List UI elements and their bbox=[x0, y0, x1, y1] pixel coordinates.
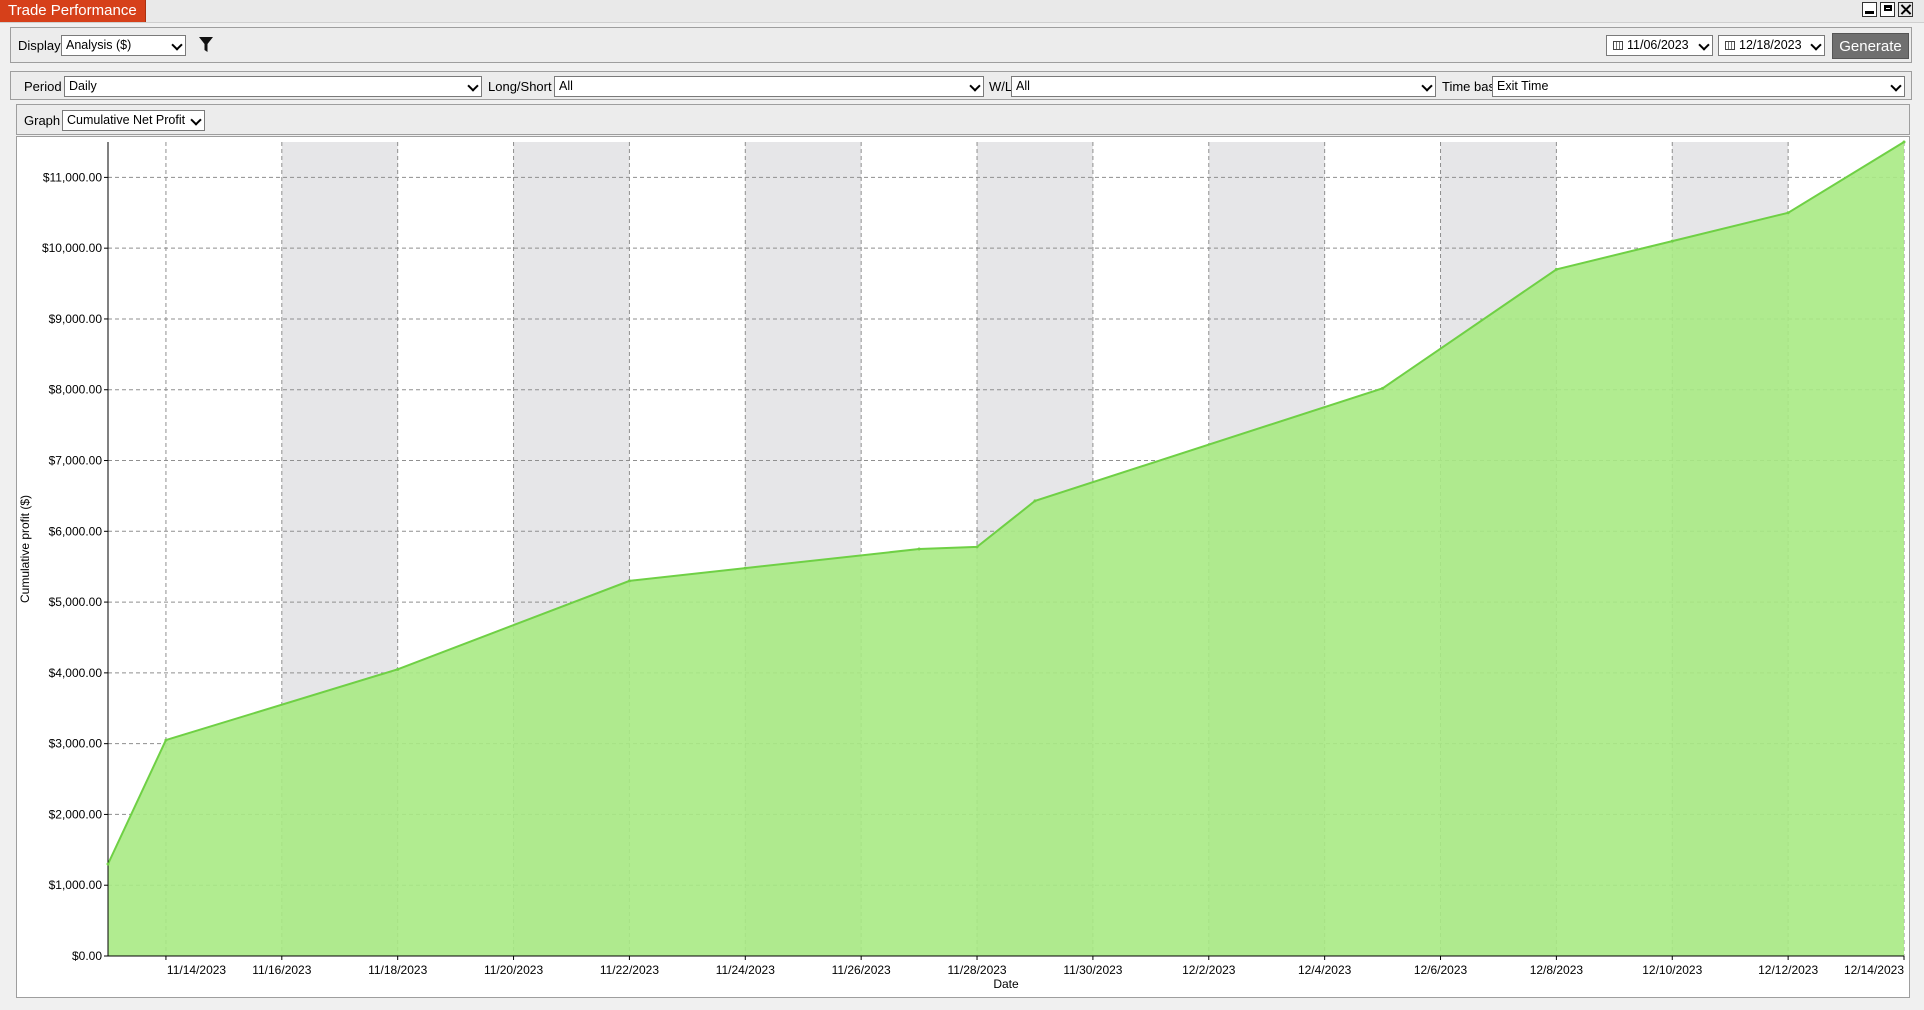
x-tick-label: 12/12/2023 bbox=[1758, 963, 1818, 977]
x-tick-label: 12/6/2023 bbox=[1414, 963, 1468, 977]
toolbar: Display Analysis ($) 11/06/2023 12/18/20… bbox=[10, 27, 1912, 63]
chart-panel: $0.00 $1,000.00 $2,000.00 $3,000.00 $4,000.0… bbox=[16, 136, 1910, 998]
period-select[interactable]: Daily bbox=[64, 76, 482, 97]
data-point bbox=[106, 862, 110, 866]
graph-value: Cumulative Net Profit bbox=[67, 113, 186, 127]
y-tick-label: $3,000.00 bbox=[49, 737, 103, 751]
display-select[interactable]: Analysis ($) bbox=[61, 35, 186, 56]
data-point bbox=[396, 667, 400, 671]
y-tick-label: $11,000.00 bbox=[43, 170, 102, 184]
chevron-down-icon bbox=[1421, 80, 1433, 92]
chevron-down-icon bbox=[969, 80, 981, 92]
data-point bbox=[743, 566, 747, 570]
start-date-value: 11/06/2023 bbox=[1627, 38, 1689, 52]
x-tick-label: 11/14/2023 bbox=[167, 963, 226, 977]
win-loss-select[interactable]: All bbox=[1011, 76, 1436, 97]
window-title: Trade Performance bbox=[0, 0, 146, 22]
time-base-select[interactable]: Exit Time bbox=[1492, 76, 1905, 97]
data-point bbox=[1670, 239, 1674, 243]
x-tick-label: 11/28/2023 bbox=[947, 963, 1006, 977]
y-tick-label: $8,000.00 bbox=[49, 383, 103, 397]
long-short-label: Long/Short bbox=[488, 79, 552, 94]
x-tick-label: 12/14/2023 bbox=[1844, 963, 1904, 977]
minimize-icon[interactable] bbox=[1862, 2, 1877, 17]
x-tick-label: 12/2/2023 bbox=[1182, 963, 1236, 977]
chevron-down-icon bbox=[1890, 80, 1902, 92]
x-tick-label: 11/22/2023 bbox=[600, 963, 659, 977]
data-point bbox=[975, 545, 979, 549]
chevron-down-icon bbox=[190, 114, 202, 126]
data-point bbox=[1902, 140, 1906, 144]
graph-bar: Graph Cumulative Net Profit bbox=[16, 104, 1910, 135]
generate-button[interactable]: Generate bbox=[1832, 33, 1909, 59]
y-tick-label: $4,000.00 bbox=[49, 666, 103, 680]
x-tick-label: 11/18/2023 bbox=[368, 963, 427, 977]
x-tick-label: 12/8/2023 bbox=[1530, 963, 1584, 977]
x-tick-label: 11/20/2023 bbox=[484, 963, 543, 977]
y-tick-label: $9,000.00 bbox=[49, 312, 103, 326]
y-tick-label: $1,000.00 bbox=[49, 878, 103, 892]
y-tick-label: $0.00 bbox=[72, 949, 102, 963]
x-tick-label: 12/4/2023 bbox=[1298, 963, 1352, 977]
period-label: Period bbox=[24, 79, 62, 94]
end-date-picker[interactable]: 12/18/2023 bbox=[1718, 35, 1825, 56]
data-point bbox=[1786, 211, 1790, 215]
display-select-value: Analysis ($) bbox=[66, 38, 132, 52]
display-label: Display bbox=[18, 38, 61, 53]
data-point bbox=[1033, 499, 1037, 503]
filter-bar: Period Daily Long/Short All W/L All Time… bbox=[10, 71, 1912, 100]
y-tick-label: $6,000.00 bbox=[49, 524, 103, 538]
data-point bbox=[627, 579, 631, 583]
y-axis-title: Cumulative profit ($) bbox=[18, 495, 32, 603]
end-date-value: 12/18/2023 bbox=[1739, 38, 1802, 52]
long-short-value: All bbox=[559, 79, 573, 93]
chevron-down-icon bbox=[1698, 39, 1710, 51]
win-loss-value: All bbox=[1016, 79, 1030, 93]
long-short-select[interactable]: All bbox=[554, 76, 984, 97]
win-loss-label: W/L bbox=[989, 79, 1013, 94]
start-date-picker[interactable]: 11/06/2023 bbox=[1606, 35, 1713, 56]
close-icon[interactable] bbox=[1898, 2, 1913, 17]
graph-label: Graph bbox=[24, 113, 61, 128]
time-base-value: Exit Time bbox=[1497, 79, 1549, 93]
graph-select[interactable]: Cumulative Net Profit bbox=[62, 110, 205, 131]
cumulative-profit-chart: $0.00 $1,000.00 $2,000.00 $3,000.00 $4,000.0… bbox=[18, 140, 1906, 991]
calendar-icon bbox=[1613, 41, 1623, 50]
y-tick-label: $10,000.00 bbox=[42, 241, 102, 255]
x-tick-label: 11/16/2023 bbox=[252, 963, 311, 977]
data-point bbox=[1554, 267, 1558, 271]
chevron-down-icon bbox=[171, 39, 183, 51]
filter-icon[interactable] bbox=[198, 36, 214, 54]
x-tick-label: 11/26/2023 bbox=[832, 963, 891, 977]
data-point bbox=[1381, 386, 1385, 390]
x-axis-title: Date bbox=[993, 977, 1019, 991]
title-bar: Trade Performance bbox=[0, 0, 1924, 23]
chevron-down-icon bbox=[1810, 39, 1822, 51]
period-value: Daily bbox=[69, 79, 97, 93]
chevron-down-icon bbox=[467, 80, 479, 92]
data-point bbox=[164, 738, 168, 742]
y-tick-label: $2,000.00 bbox=[49, 807, 103, 821]
x-tick-label: 12/10/2023 bbox=[1642, 963, 1702, 977]
y-tick-label: $7,000.00 bbox=[49, 454, 103, 468]
data-point bbox=[917, 547, 921, 551]
x-tick-label: 11/24/2023 bbox=[716, 963, 775, 977]
restore-icon[interactable] bbox=[1880, 2, 1895, 17]
x-tick-label: 11/30/2023 bbox=[1063, 963, 1122, 977]
calendar-icon bbox=[1725, 41, 1735, 50]
y-tick-label: $5,000.00 bbox=[49, 595, 103, 609]
trade-performance-window: Trade Performance Display Analysis ($) 1… bbox=[0, 0, 1924, 1010]
